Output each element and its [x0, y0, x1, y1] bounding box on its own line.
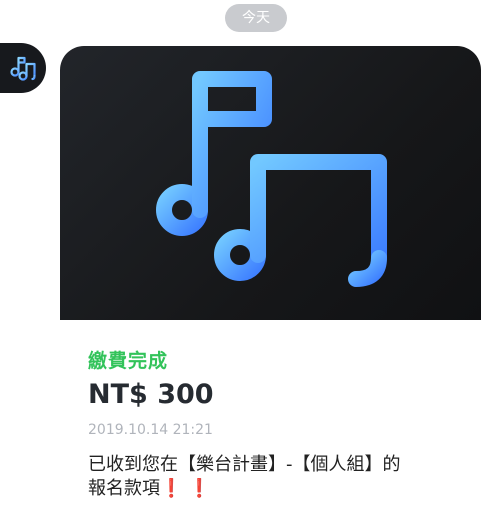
payment-card[interactable]: 繳費完成 NT$ 300 2019.10.14 21:21 已收到您在【樂台計畫… [60, 46, 481, 529]
music-notes-icon [10, 56, 36, 81]
payment-message: 已收到您在【樂台計畫】-【個人組】的 報名款項❗️ ❗️ [88, 453, 448, 501]
message-line-1: 已收到您在【樂台計畫】-【個人組】的 [88, 454, 401, 475]
date-divider: 今天 [225, 4, 287, 32]
payment-amount: NT$ 300 [88, 379, 214, 410]
music-notes-icon [156, 71, 387, 287]
payment-timestamp: 2019.10.14 21:21 [88, 422, 213, 438]
payment-status: 繳費完成 [88, 350, 169, 372]
hero-image [60, 46, 481, 320]
avatar[interactable] [0, 43, 46, 93]
message-line-2: 報名款項❗️ ❗️ [88, 478, 211, 499]
